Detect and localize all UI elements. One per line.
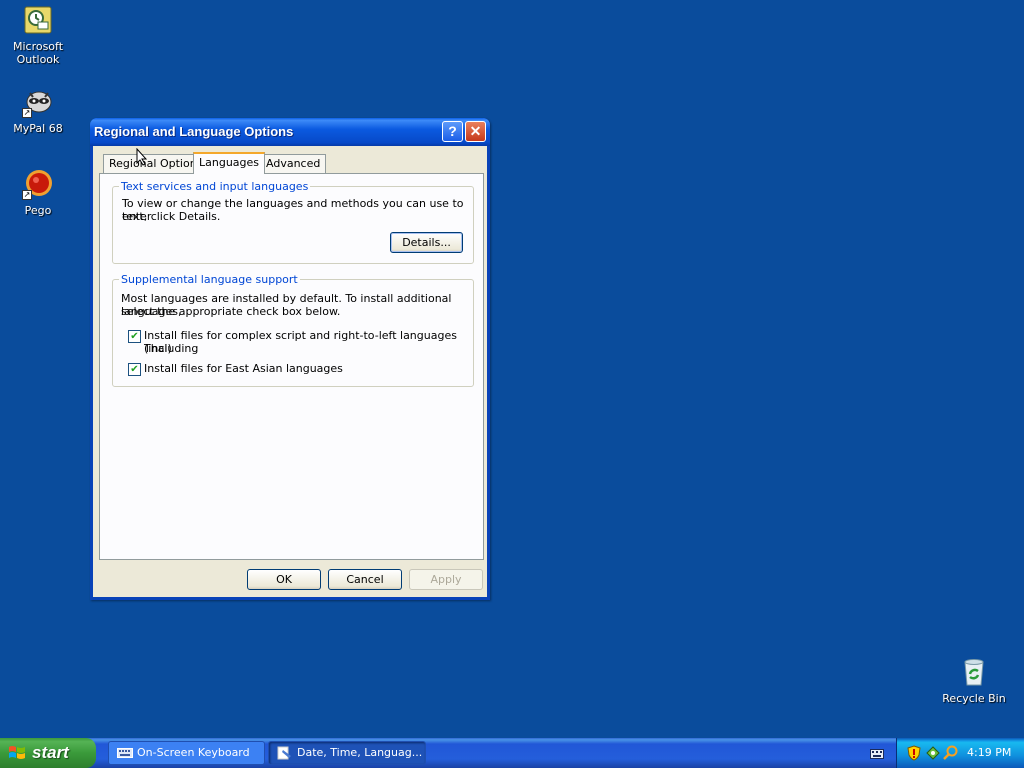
supplemental-language-group: Supplemental language support Most langu… [112,273,474,387]
cancel-button[interactable]: Cancel [328,569,402,590]
desktop-icon-label: MyPal 68 [13,122,63,135]
search-icon[interactable] [943,745,959,761]
supplemental-legend: Supplemental language support [119,273,300,286]
network-icon[interactable] [925,745,941,761]
taskbar: start On-Screen Keyboard Date, Time, Lan… [0,738,1024,768]
shortcut-arrow-icon: ↗ [22,108,32,118]
recycle-bin-icon [958,656,990,688]
details-button[interactable]: Details... [390,232,463,253]
taskbar-item-date-time-language[interactable]: Date, Time, Languag... [268,741,426,765]
text-services-description-2: text, click Details. [122,210,221,223]
start-label: start [32,743,69,762]
tab-advanced[interactable]: Advanced [260,154,327,173]
keyboard-icon [117,748,133,758]
mypal-icon: ↗ [22,86,54,118]
language-bar-keyboard-icon[interactable] [870,749,884,759]
desktop-icon-label: Recycle Bin [942,692,1006,705]
clock[interactable]: 4:19 PM [967,746,1011,759]
supplemental-description-2: select the appropriate check box below. [121,305,341,318]
desktop-icon-label: Microsoft Outlook [12,40,64,66]
taskbar-item-on-screen-keyboard[interactable]: On-Screen Keyboard [108,741,265,765]
desktop-icon-outlook[interactable]: Microsoft Outlook [0,4,76,66]
security-shield-icon[interactable] [907,745,921,761]
desktop-icon-label: Pego [24,204,52,217]
taskbar-item-label: On-Screen Keyboard [137,746,250,759]
complex-script-checkbox[interactable]: ✔ [128,330,141,343]
dialog-titlebar[interactable]: Regional and Language Options ? ✕ [90,118,490,146]
taskbar-item-label: Date, Time, Languag... [297,746,423,759]
outlook-icon [22,4,54,36]
text-services-legend: Text services and input languages [119,180,311,193]
apply-button[interactable]: Apply [409,569,483,590]
east-asian-label[interactable]: Install files for East Asian languages [144,362,474,375]
complex-script-label-2[interactable]: Thai) [144,342,474,355]
close-button[interactable]: ✕ [465,121,486,142]
east-asian-checkbox[interactable]: ✔ [128,363,141,376]
shortcut-arrow-icon: ↗ [22,190,32,200]
desktop-icon-pego[interactable]: ↗ Pego [0,168,76,217]
mouse-cursor-icon [136,148,148,166]
system-tray: 4:19 PM [896,738,1024,768]
tab-languages[interactable]: Languages [193,152,266,174]
desktop-icon-recycle-bin[interactable]: Recycle Bin [936,656,1012,705]
pego-icon: ↗ [22,168,54,200]
tab-panel-languages: Text services and input languages To vie… [99,173,484,560]
help-button[interactable]: ? [442,121,463,142]
ok-button[interactable]: OK [247,569,321,590]
text-services-group: Text services and input languages To vie… [112,180,474,264]
dialog-title: Regional and Language Options [94,124,294,139]
start-button[interactable]: start [0,738,96,768]
desktop-icon-mypal[interactable]: ↗ MyPal 68 [0,86,76,135]
control-panel-icon [277,746,291,760]
windows-logo-icon [9,746,25,759]
regional-language-dialog: Regional and Language Options ? ✕ Region… [90,118,490,600]
